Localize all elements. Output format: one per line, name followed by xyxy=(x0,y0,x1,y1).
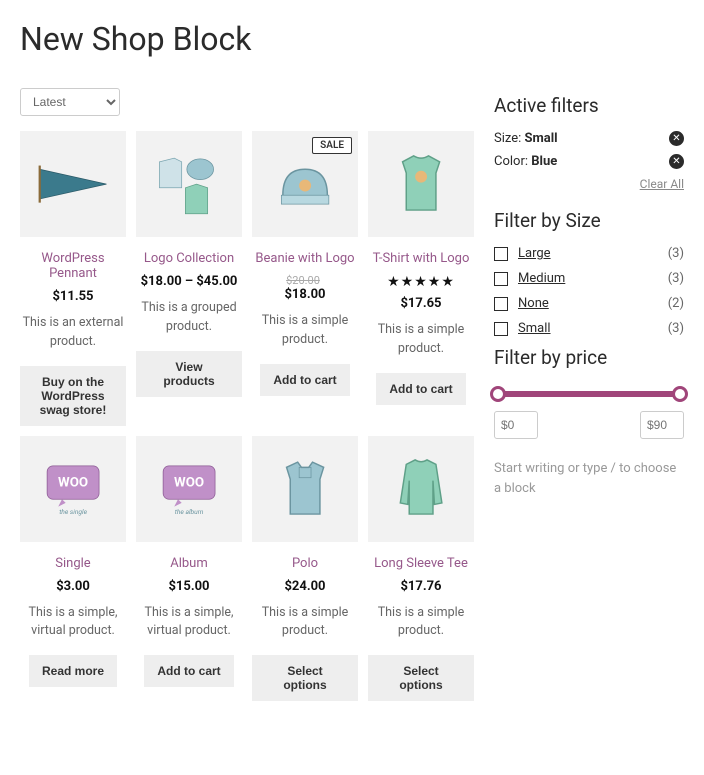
sidebar: Active filters Size: Small✕Color: Blue✕ … xyxy=(494,88,684,741)
size-label[interactable]: Large xyxy=(518,246,551,261)
size-count: (3) xyxy=(668,271,684,286)
product-price: $11.55 xyxy=(20,289,126,304)
product-image[interactable] xyxy=(136,131,242,237)
price-slider[interactable] xyxy=(494,391,684,397)
product-price: $24.00 xyxy=(252,579,358,594)
product-action-button[interactable]: Add to cart xyxy=(260,364,349,396)
product-name-link[interactable]: WordPress Pennant xyxy=(20,251,126,281)
active-filter-row: Size: Small ✕ xyxy=(494,131,684,146)
product-description: This is a simple, virtual product. xyxy=(136,604,242,642)
size-count: (2) xyxy=(668,296,684,311)
old-price: $20.00 xyxy=(252,274,354,287)
product-description: This is a simple product. xyxy=(252,604,358,642)
size-filter-row: Large (3) xyxy=(494,246,684,261)
product-card: SALE Beanie with Logo $20.00$18.00 This … xyxy=(252,131,358,426)
size-count: (3) xyxy=(668,246,684,261)
product-name-link[interactable]: Polo xyxy=(252,556,358,571)
product-image[interactable] xyxy=(252,436,358,542)
active-filter-text: Color: Blue xyxy=(494,154,557,169)
price-filter-heading: Filter by price xyxy=(494,346,684,369)
product-price: $17.65 xyxy=(368,296,474,311)
product-action-button[interactable]: View products xyxy=(136,351,242,397)
size-checkbox[interactable] xyxy=(494,247,508,261)
product-description: This is a simple product. xyxy=(368,321,474,359)
svg-text:WOO: WOO xyxy=(174,476,204,491)
product-name-link[interactable]: Long Sleeve Tee xyxy=(368,556,474,571)
sale-badge: SALE xyxy=(312,137,352,154)
remove-filter-icon[interactable]: ✕ xyxy=(669,154,684,169)
price-min-knob[interactable] xyxy=(490,386,506,402)
product-image[interactable] xyxy=(20,131,126,237)
product-image[interactable]: WOO the single xyxy=(20,436,126,542)
product-card: Polo $24.00 This is a simple product. Se… xyxy=(252,436,358,702)
block-placeholder[interactable]: Start writing or type / to choose a bloc… xyxy=(494,459,684,498)
svg-text:the single: the single xyxy=(59,508,87,516)
active-filter-row: Color: Blue ✕ xyxy=(494,154,684,169)
product-price: $18.00 – $45.00 xyxy=(136,274,242,289)
product-card: Logo Collection $18.00 – $45.00 This is … xyxy=(136,131,242,426)
product-area: Latest WordPress Pennant $11.55 This is … xyxy=(20,88,474,741)
product-image[interactable]: WOO the album xyxy=(136,436,242,542)
size-label[interactable]: Small xyxy=(518,321,551,336)
active-filter-text: Size: Small xyxy=(494,131,558,146)
product-name-link[interactable]: Single xyxy=(20,556,126,571)
product-price: $20.00$18.00 xyxy=(252,274,358,302)
price-max-knob[interactable] xyxy=(672,386,688,402)
product-card: Long Sleeve Tee $17.76 This is a simple … xyxy=(368,436,474,702)
product-card: WordPress Pennant $11.55 This is an exte… xyxy=(20,131,126,426)
product-action-button[interactable]: Read more xyxy=(29,655,117,687)
star-rating: ★★★★★ xyxy=(368,274,474,290)
size-filter-row: Small (3) xyxy=(494,321,684,336)
product-image[interactable] xyxy=(368,436,474,542)
product-action-button[interactable]: Select options xyxy=(368,655,474,701)
product-image[interactable]: SALE xyxy=(252,131,358,237)
remove-filter-icon[interactable]: ✕ xyxy=(669,131,684,146)
svg-text:the album: the album xyxy=(175,508,204,516)
product-description: This is an external product. xyxy=(20,314,126,352)
size-count: (3) xyxy=(668,321,684,336)
product-card: T-Shirt with Logo ★★★★★ $17.65 This is a… xyxy=(368,131,474,426)
page-title: New Shop Block xyxy=(20,20,684,58)
product-grid: WordPress Pennant $11.55 This is an exte… xyxy=(20,131,474,701)
product-action-button[interactable]: Select options xyxy=(252,655,358,701)
product-price: $3.00 xyxy=(20,579,126,594)
product-action-button[interactable]: Buy on the WordPress swag store! xyxy=(20,366,126,426)
size-filter-heading: Filter by Size xyxy=(494,209,684,232)
product-description: This is a simple product. xyxy=(252,312,358,350)
product-description: This is a simple, virtual product. xyxy=(20,604,126,642)
size-checkbox[interactable] xyxy=(494,272,508,286)
product-action-button[interactable]: Add to cart xyxy=(376,373,465,405)
svg-text:WOO: WOO xyxy=(58,476,88,491)
active-filters-heading: Active filters xyxy=(494,94,684,117)
product-price: $15.00 xyxy=(136,579,242,594)
product-name-link[interactable]: T-Shirt with Logo xyxy=(368,251,474,266)
price-min-input[interactable] xyxy=(494,411,538,439)
product-price: $17.76 xyxy=(368,579,474,594)
product-name-link[interactable]: Logo Collection xyxy=(136,251,242,266)
product-description: This is a simple product. xyxy=(368,604,474,642)
product-description: This is a grouped product. xyxy=(136,299,242,337)
product-name-link[interactable]: Beanie with Logo xyxy=(252,251,358,266)
sort-dropdown[interactable]: Latest xyxy=(20,88,120,116)
clear-all-link[interactable]: Clear All xyxy=(494,177,684,191)
price-max-input[interactable] xyxy=(640,411,684,439)
product-name-link[interactable]: Album xyxy=(136,556,242,571)
product-card: WOO the album Album $15.00 This is a simp… xyxy=(136,436,242,702)
size-checkbox[interactable] xyxy=(494,297,508,311)
size-filter-row: None (2) xyxy=(494,296,684,311)
size-label[interactable]: None xyxy=(518,296,549,311)
product-image[interactable] xyxy=(368,131,474,237)
size-filter-row: Medium (3) xyxy=(494,271,684,286)
size-label[interactable]: Medium xyxy=(518,271,565,286)
product-action-button[interactable]: Add to cart xyxy=(144,655,233,687)
size-checkbox[interactable] xyxy=(494,322,508,336)
product-card: WOO the single Single $3.00 This is a sim… xyxy=(20,436,126,702)
